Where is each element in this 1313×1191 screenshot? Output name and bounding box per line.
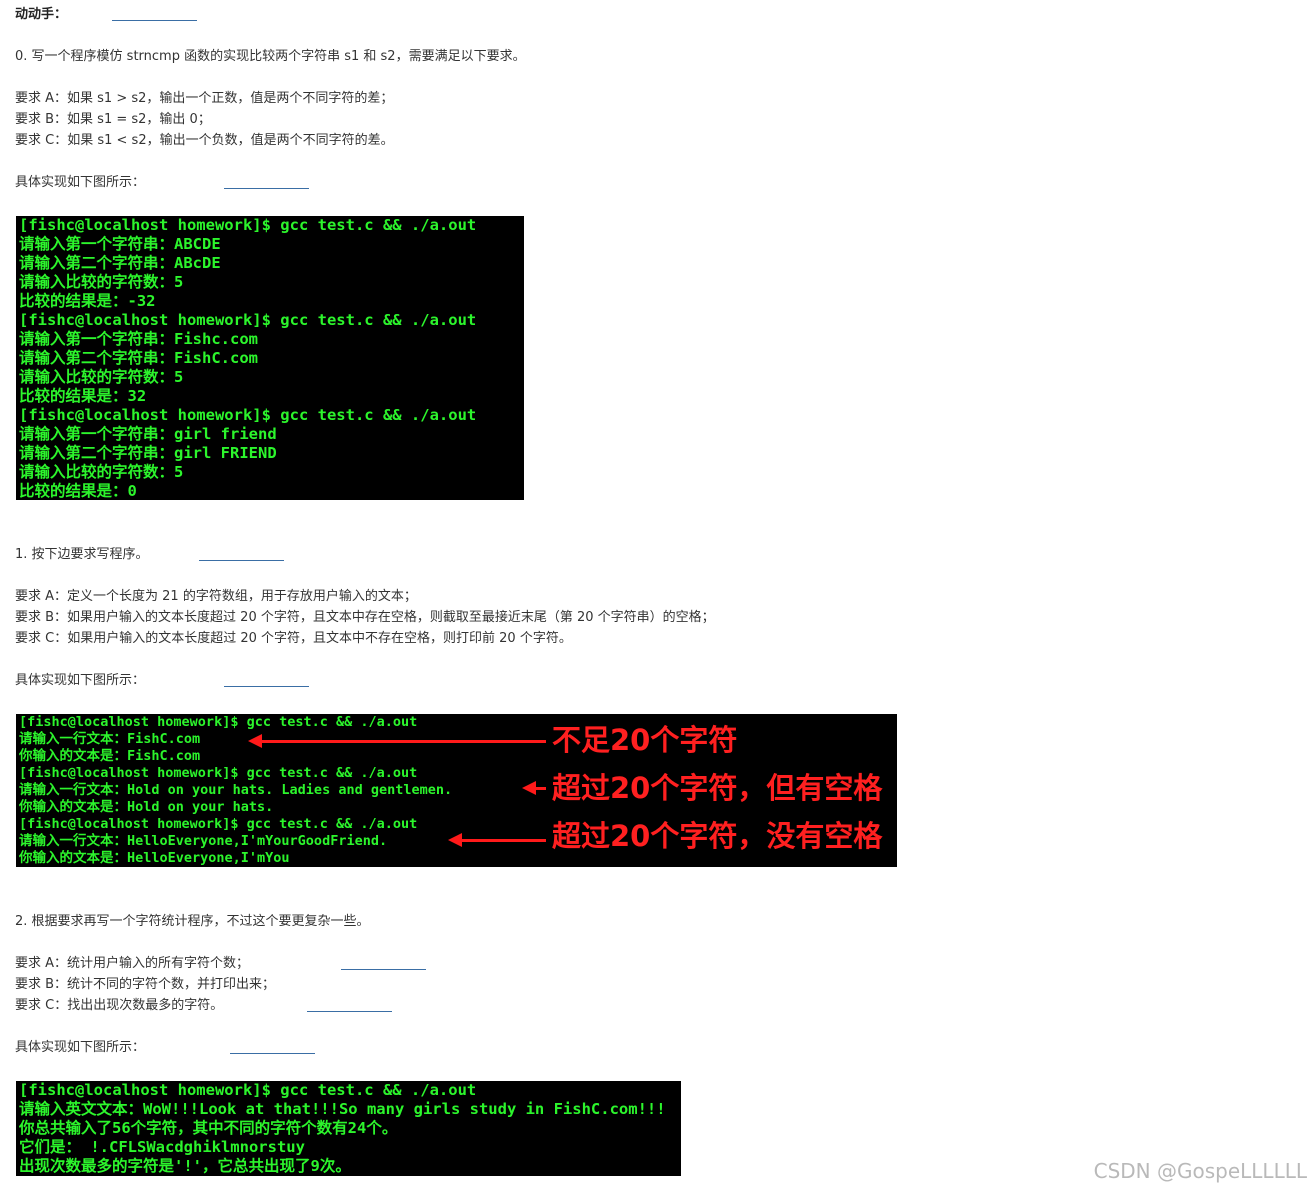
q0-req-c: 要求 C：如果 s1 < s2，输出一个负数，值是两个不同字符的差。	[15, 133, 394, 148]
annotation-arrow	[261, 740, 546, 743]
link-underline[interactable]	[199, 560, 284, 561]
link-underline[interactable]	[224, 686, 309, 687]
terminal-line: 请输入比较的字符数：5	[19, 273, 184, 291]
terminal-line: 请输入第一个字符串：ABCDE	[19, 235, 221, 253]
arrow-left-icon	[248, 734, 262, 748]
link-underline[interactable]	[307, 1011, 392, 1012]
terminal-line: 比较的结果是：32	[19, 387, 147, 405]
q1-impl-label: 具体实现如下图所示：	[15, 673, 146, 688]
q0-req-b: 要求 B：如果 s1 = s2，输出 0；	[15, 112, 211, 127]
annotation-label: 超过20个字符，但有空格	[552, 771, 883, 805]
terminal-screenshot-q2: [fishc@localhost homework]$ gcc test.c &…	[16, 1081, 681, 1176]
terminal-line: 出现次数最多的字符是'!'，它总共出现了9次。	[19, 1157, 351, 1175]
q1-req-c: 要求 C：如果用户输入的文本长度超过 20 个字符，且文本中不存在空格，则打印前…	[15, 631, 572, 646]
terminal-line: 你输入的文本是：FishC.com	[19, 748, 201, 764]
q2-title: 2. 根据要求再写一个字符统计程序，不过这个要更复杂一些。	[15, 914, 370, 929]
terminal-line: 请输入第二个字符串：FishC.com	[19, 349, 258, 367]
terminal-line: 比较的结果是：0	[19, 482, 137, 500]
link-underline[interactable]	[230, 1053, 315, 1054]
section-heading: 动动手：	[15, 7, 68, 22]
annotation-label: 超过20个字符，没有空格	[552, 819, 883, 853]
link-underline[interactable]	[224, 188, 309, 189]
arrow-left-icon	[522, 781, 536, 795]
q2-req-a: 要求 A：统计用户输入的所有字符个数；	[15, 956, 250, 971]
terminal-line: 请输入英文文本：WoW!!!Look at that!!!So many gir…	[19, 1100, 666, 1118]
terminal-line: 请输入比较的字符数：5	[19, 463, 184, 481]
q0-title: 0. 写一个程序模仿 strncmp 函数的实现比较两个字符串 s1 和 s2，…	[15, 49, 526, 64]
terminal-line: 请输入第一个字符串：girl friend	[19, 425, 277, 443]
terminal-screenshot-q1: [fishc@localhost homework]$ gcc test.c &…	[16, 714, 897, 867]
watermark: CSDN @GospeLLLLLL	[1093, 1159, 1307, 1183]
q2-impl-label: 具体实现如下图所示：	[15, 1040, 146, 1055]
terminal-line: 它们是： !.CFLSWacdghiklmnorstuy	[19, 1138, 305, 1156]
terminal-line: 你总共输入了56个字符，其中不同的字符个数有24个。	[19, 1119, 398, 1137]
annotation-arrow	[535, 787, 546, 790]
terminal-line: 请输入比较的字符数：5	[19, 368, 184, 386]
terminal-line: [fishc@localhost homework]$ gcc test.c &…	[19, 311, 477, 329]
terminal-screenshot-q0: [fishc@localhost homework]$ gcc test.c &…	[16, 216, 524, 500]
terminal-line: [fishc@localhost homework]$ gcc test.c &…	[19, 1081, 477, 1099]
q1-req-a: 要求 A：定义一个长度为 21 的字符数组，用于存放用户输入的文本；	[15, 589, 417, 604]
annotation-label: 不足20个字符	[552, 723, 738, 757]
terminal-line: [fishc@localhost homework]$ gcc test.c &…	[19, 714, 418, 730]
terminal-line: [fishc@localhost homework]$ gcc test.c &…	[19, 216, 477, 234]
terminal-line: 请输入第二个字符串：ABcDE	[19, 254, 221, 272]
q0-impl-label: 具体实现如下图所示：	[15, 175, 146, 190]
arrow-left-icon	[448, 833, 462, 847]
q1-title: 1. 按下边要求写程序。	[15, 547, 149, 562]
q0-req-a: 要求 A：如果 s1 > s2，输出一个正数，值是两个不同字符的差；	[15, 91, 394, 106]
link-underline[interactable]	[112, 20, 197, 21]
terminal-line: 请输入第一个字符串：Fishc.com	[19, 330, 258, 348]
link-underline[interactable]	[341, 969, 426, 970]
terminal-line: 比较的结果是：-32	[19, 292, 156, 310]
q2-req-c: 要求 C：找出出现次数最多的字符。	[15, 998, 224, 1013]
annotation-arrow	[461, 839, 546, 842]
q1-req-b: 要求 B：如果用户输入的文本长度超过 20 个字符，且文本中存在空格，则截取至最…	[15, 610, 715, 625]
terminal-line: [fishc@localhost homework]$ gcc test.c &…	[19, 406, 477, 424]
q2-req-b: 要求 B：统计不同的字符个数，并打印出来；	[15, 977, 276, 992]
terminal-line: 请输入第二个字符串：girl FRIEND	[19, 444, 277, 462]
